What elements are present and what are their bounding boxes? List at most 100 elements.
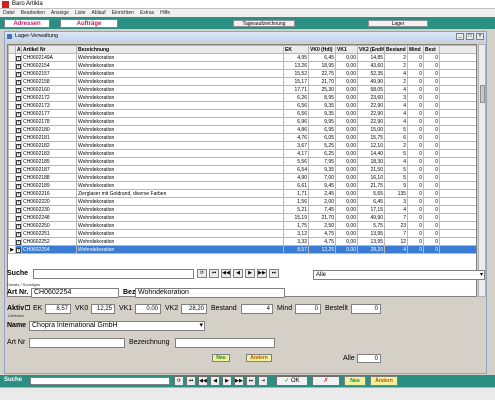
cell-best[interactable]: 0 [423,213,440,222]
cell-vk1[interactable]: 0,00 [335,149,358,158]
cell-vk1[interactable]: 0,00 [335,157,358,166]
cell-vk2[interactable]: 58,05 [357,85,385,94]
col-bestand[interactable]: Bestand [384,45,408,54]
cell-vk0[interactable]: 21,70 [308,213,336,222]
neu-button[interactable]: Neu [212,354,230,362]
cell-ek[interactable]: 15,52 [283,69,309,78]
cell-vk2[interactable]: 22,90 [357,117,385,126]
row-aktiv-checkbox[interactable]: ✓ [15,149,22,158]
cell-ek[interactable]: 5,21 [283,205,309,214]
cell-vk0[interactable]: 12,25 [308,245,336,254]
cell-ek[interactable]: 6,54 [283,165,309,174]
table-row[interactable]: ✓ CH0602251 Wohndekoration 3,12 4,75 0,00 13,9… [8,229,476,238]
row-aktiv-checkbox[interactable]: ✓ [15,189,22,198]
cell-bezeichnung[interactable]: Wohndekoration [76,229,284,238]
row-aktiv-checkbox[interactable]: ✓ [15,205,22,214]
cell-artikel-nr[interactable]: CH0602188 [21,173,77,182]
cell-vk0[interactable]: 8,95 [308,93,336,102]
cell-bezeichnung[interactable]: Wohndekoration [76,157,284,166]
table-row[interactable]: ✓ CH0602178 Wohndekoration 6,96 9,95 0,00 22,9… [8,117,476,126]
row-aktiv-checkbox[interactable]: ✓ [15,213,22,222]
next-record-icon[interactable]: ▶ [245,269,255,278]
tagesaufzeichnung-button[interactable]: Tagesaufzeichnung [233,20,295,27]
checkbox-icon[interactable]: ✓ [16,119,21,125]
checkbox-icon[interactable]: ✓ [16,135,21,141]
cell-vk2[interactable]: 18,30 [357,157,385,166]
row-aktiv-checkbox[interactable]: ✓ [15,85,22,94]
cell-mind[interactable]: 0 [407,229,424,238]
scrollbar-thumb[interactable] [480,85,485,103]
cell-bestand[interactable]: 5 [384,149,408,158]
next-page-icon[interactable]: ▶▶ [257,269,267,278]
menu-bearbeiten[interactable]: Bearbeiten [18,9,48,17]
table-row[interactable]: ✓ CH0602250 Wohndekoration 1,75 2,50 0,00 5,75… [8,221,476,230]
cell-vk1[interactable]: 0,00 [335,77,358,86]
cell-ek[interactable]: 6,56 [283,101,309,110]
bezeichnung-field[interactable] [175,338,275,348]
cell-mind[interactable]: 0 [407,69,424,78]
checkbox-icon[interactable]: ✓ [16,79,21,85]
table-row[interactable]: ✓ CH0602182 Wohndekoration 3,67 5,25 0,00 12,1… [8,141,476,150]
table-row[interactable]: ✓ CH0602189 Wohndekoration 6,61 9,45 0,00 21,7… [8,181,476,190]
cell-artikel-nr[interactable]: CH0602183 [21,149,77,158]
cell-artikel-nr[interactable]: CH0602248 [21,213,77,222]
checkbox-icon[interactable]: ✓ [16,215,21,221]
cell-mind[interactable]: 0 [407,93,424,102]
aendern-button[interactable]: Ändern [246,354,272,362]
row-aktiv-checkbox[interactable]: ✓ [15,237,22,246]
cell-bezeichnung[interactable]: Zierglaser mit Goldrand, diverse Farben [76,189,284,198]
cell-vk1[interactable]: 0,00 [335,205,358,214]
cell-bezeichnung[interactable]: Wohndekoration [76,125,284,134]
chevron-down-icon[interactable]: ▾ [480,271,483,279]
prev-page-icon[interactable]: ◀◀ [221,269,231,278]
cell-vk1[interactable]: 0,00 [335,245,358,254]
cell-best[interactable]: 0 [423,229,440,238]
cell-mind[interactable]: 0 [407,149,424,158]
cell-vk1[interactable]: 0,00 [335,117,358,126]
cell-vk1[interactable]: 0,00 [335,133,358,142]
cell-bestand[interactable]: 2 [384,141,408,150]
table-row[interactable]: ✓ CH0602187 Wohndekoration 6,54 9,35 0,00 21,5… [8,165,476,174]
prev-record-icon[interactable]: ◀ [233,269,243,278]
cell-mind[interactable]: 0 [407,53,424,62]
row-aktiv-checkbox[interactable]: ✓ [15,221,22,230]
cell-mind[interactable]: 0 [407,61,424,70]
cell-mind[interactable]: 0 [407,181,424,190]
menu-liste[interactable]: Liste [72,9,89,17]
artnr2-field[interactable] [29,338,125,348]
mind-field[interactable]: 0 [295,304,321,314]
grid-scrollbar[interactable] [478,44,486,297]
menu-hilfe[interactable]: Hilfe [157,9,173,17]
cell-vk0[interactable]: 9,95 [308,117,336,126]
row-aktiv-checkbox[interactable]: ✓ [15,157,22,166]
close-icon[interactable]: × [476,33,484,40]
maximize-icon[interactable]: □ [466,33,474,40]
aktiv-checkbox[interactable]: ✓ [25,305,30,310]
lieferant-select[interactable]: Chopra International GmbH ▾ [29,321,205,331]
cell-mind[interactable]: 0 [407,109,424,118]
cell-ek[interactable]: 1,71 [283,189,309,198]
cell-vk0[interactable]: 7,95 [308,157,336,166]
cell-mind[interactable]: 0 [407,245,424,254]
cell-vk2[interactable]: 52,35 [357,69,385,78]
checkbox-icon[interactable]: ✓ [16,95,21,101]
cell-vk2[interactable]: 6,45 [357,197,385,206]
filter-select[interactable]: Alle ▾ [313,270,485,280]
vk2-field[interactable]: 28,20 [181,304,207,314]
lager-button[interactable]: Lager [368,20,428,27]
cell-best[interactable]: 0 [423,165,440,174]
checkbox-icon[interactable]: ✓ [16,127,21,133]
cell-bestand[interactable]: 3 [384,197,408,206]
cell-mind[interactable]: 0 [407,85,424,94]
cell-ek[interactable]: 13,26 [283,61,309,70]
cell-vk1[interactable]: 0,00 [335,109,358,118]
cell-ek[interactable]: 6,26 [283,93,309,102]
menu-einrichten[interactable]: Einrichten [109,9,137,17]
cell-bezeichnung[interactable]: Wohndekoration [76,221,284,230]
table-row[interactable]: ✓ CH0602188 Wohndekoration 4,90 7,00 0,00 16,1… [8,173,476,182]
table-row[interactable]: ✓ CH0602181 Wohndekoration 4,76 6,05 0,00 15,7… [8,133,476,142]
cell-vk0[interactable]: 9,35 [308,109,336,118]
cell-vk0[interactable]: 25,30 [308,85,336,94]
cell-bezeichnung[interactable]: Wohndekoration [76,245,284,254]
bottom-search-input[interactable] [30,377,170,385]
